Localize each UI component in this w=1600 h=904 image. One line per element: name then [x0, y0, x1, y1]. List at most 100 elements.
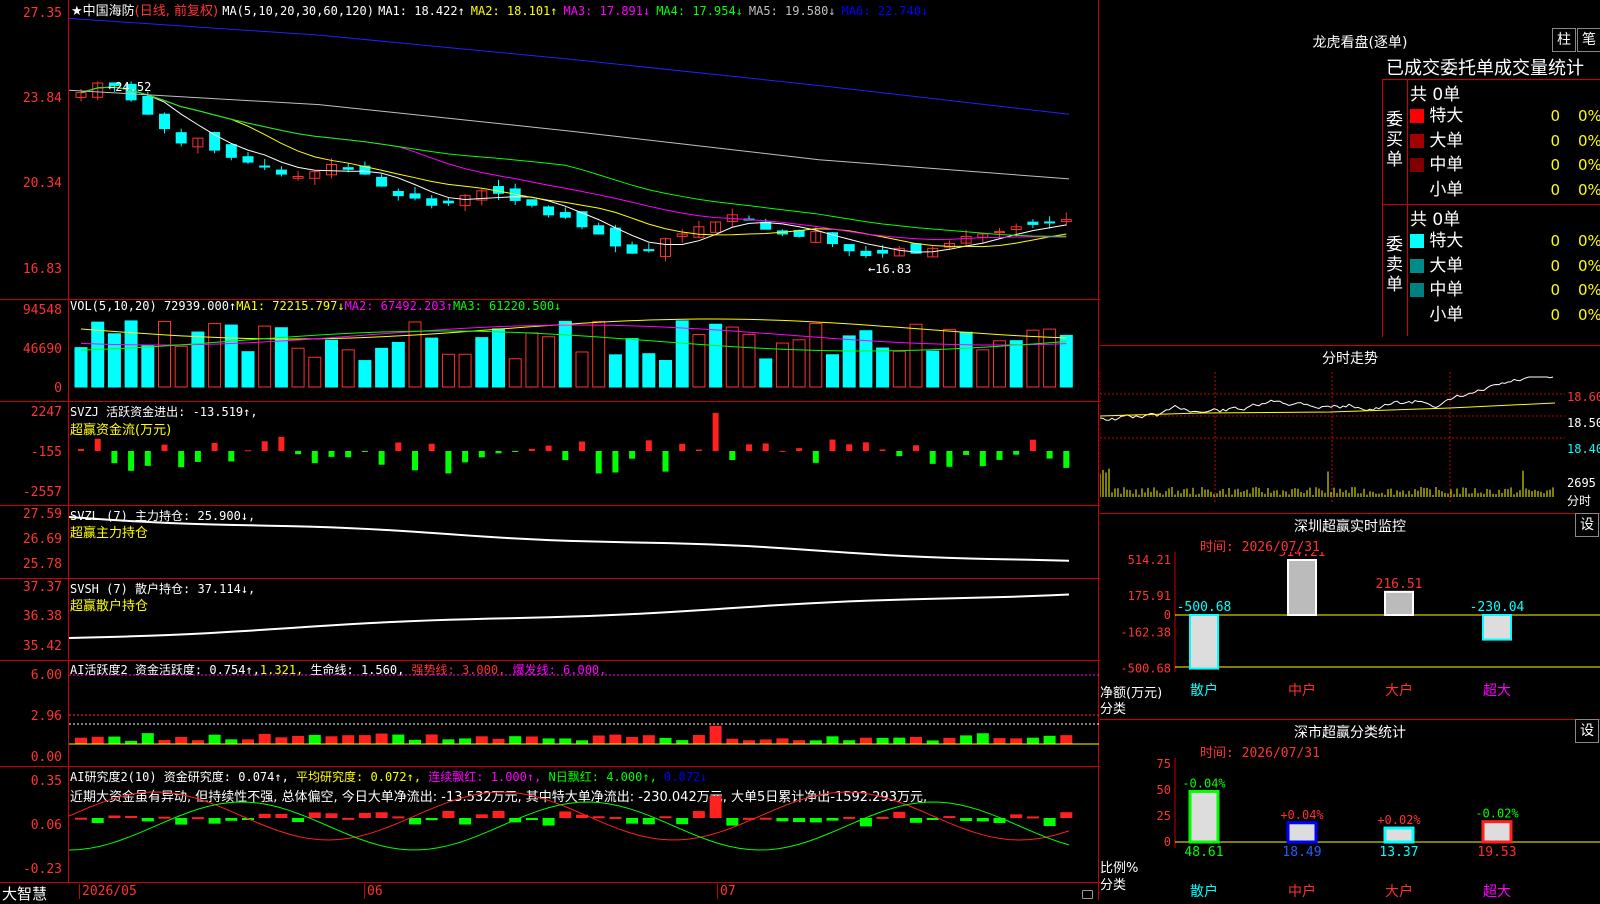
- candle-body: [259, 165, 271, 168]
- sz2-value-label: 19.53: [1477, 845, 1516, 860]
- activity-bars[interactable]: [69, 660, 1099, 766]
- volume-bar: [475, 337, 489, 388]
- main-position-line[interactable]: [69, 505, 1099, 578]
- high-price-mark: ←24.52: [108, 80, 152, 94]
- retail-position-line[interactable]: [69, 578, 1099, 660]
- flow-bar: [495, 451, 502, 454]
- svzl-panel[interactable]: SVZL (7) 主力持仓: 25.900↓, 超赢主力持仓 27.59 26.…: [0, 505, 1100, 579]
- research-bar: [492, 810, 505, 818]
- research-bar: [1043, 818, 1056, 827]
- research-bar: [525, 818, 538, 821]
- ma-line: [69, 17, 1070, 115]
- sz2-category-label: 超大: [1483, 884, 1511, 900]
- research-bar: [676, 818, 689, 825]
- volume-bar: [1059, 334, 1073, 388]
- research-bar: [208, 818, 221, 824]
- activity-bar: [843, 740, 856, 744]
- sz1-axis-tick: 0: [1164, 608, 1171, 622]
- research-bar: [358, 812, 371, 818]
- research-bar: [1010, 814, 1023, 818]
- flow-bar: [779, 450, 786, 452]
- flow-bar: [345, 451, 352, 458]
- research-bar: [175, 818, 188, 825]
- volume-bar: [625, 338, 639, 388]
- research-bar: [960, 818, 973, 821]
- fund-flow-bars[interactable]: [69, 401, 1099, 505]
- order-color-swatch: [1410, 283, 1424, 297]
- research-bar: [943, 816, 956, 819]
- research-bar: [141, 818, 154, 822]
- net-amount-bar-chart[interactable]: 514.21 175.91 0 -162.38 -500.68 -500.68 散户 514.…: [1100, 552, 1600, 719]
- ai-research-axis-tick: -0.23: [22, 862, 62, 877]
- candle-body: [142, 95, 154, 115]
- flow-bar: [428, 443, 435, 451]
- volume-bar: [1009, 340, 1023, 388]
- research-bar: [191, 817, 204, 820]
- sz2-bar: [1286, 821, 1318, 844]
- flow-bar: [946, 451, 953, 467]
- order-percent: 0%: [1578, 232, 1600, 250]
- column-view-button[interactable]: 柱: [1552, 28, 1576, 52]
- volume-axis-tick: 94548: [22, 303, 62, 318]
- price-axis-tick: 27.35: [22, 6, 62, 21]
- flow-bar: [512, 451, 519, 452]
- activity-bar: [559, 738, 572, 744]
- flow-bar: [595, 451, 602, 474]
- candle-body: [242, 156, 254, 163]
- candle-body: [877, 249, 889, 254]
- order-count: 0: [1550, 256, 1560, 275]
- research-bar: [158, 816, 171, 819]
- activity-bar: [609, 734, 622, 744]
- research-bars[interactable]: [69, 766, 1099, 882]
- activity-bar: [375, 733, 388, 744]
- intraday-axis-tick: 18.40: [1567, 442, 1600, 456]
- flow-bar: [144, 451, 151, 466]
- lock-icon[interactable]: [1082, 890, 1093, 899]
- price-panel[interactable]: ★中国海防(日线, 前复权) MA(5,10,20,30,60,120) MA1…: [0, 0, 1100, 300]
- activity-bar: [191, 740, 204, 744]
- volume-bar: [542, 336, 556, 388]
- ratio-bar-chart[interactable]: 75 50 25 0 -0.04% 48.61 散户 +0.04% 18.49 中户 +0.02% 1…: [1100, 758, 1600, 900]
- order-count: 0: [1550, 305, 1560, 324]
- volume-bar: [158, 320, 171, 388]
- x-axis-label: 2026/05: [79, 884, 137, 899]
- flow-bar: [963, 451, 970, 455]
- ai-research-panel[interactable]: AI研究度2(10) 资金研究度: 0.074↑, 平均研究度: 0.072↑,…: [0, 766, 1100, 883]
- research-bar: [626, 818, 639, 824]
- research-bar: [475, 814, 488, 818]
- sz-monitor-settings-button[interactable]: 设: [1575, 513, 1599, 537]
- activity-bar: [576, 740, 588, 744]
- candle-body: [175, 132, 187, 144]
- intraday-chart[interactable]: [1100, 372, 1565, 510]
- candle-body: [1027, 221, 1039, 225]
- activity-bar: [242, 739, 254, 744]
- sz2-value-label: 18.49: [1282, 845, 1321, 860]
- retail-position-line-path: [69, 593, 1070, 639]
- volume-bar: [725, 326, 739, 388]
- sz-class-settings-button[interactable]: 设: [1575, 719, 1599, 743]
- sz1-axis-tick: -500.68: [1120, 662, 1171, 676]
- order-color-swatch: [1410, 258, 1424, 273]
- order-count: 0: [1550, 180, 1560, 199]
- candle-body: [275, 169, 287, 175]
- volume-bar: [859, 330, 873, 388]
- volume-bar: [993, 340, 1006, 388]
- tick-view-button[interactable]: 笔: [1577, 28, 1600, 52]
- ai-activity-panel[interactable]: AI活跃度2 资金活跃度: 0.754↑,1.321, 生命线: 1.560, …: [0, 660, 1100, 767]
- candlestick-chart[interactable]: [69, 0, 1099, 299]
- activity-bar: [325, 736, 338, 744]
- activity-bar: [459, 738, 472, 744]
- intraday-axis-tick: 18.50: [1567, 416, 1600, 430]
- volume-panel[interactable]: VOL(5,10,20) 72939.000↑MA1: 72215.797↓MA…: [0, 299, 1100, 402]
- candle-body: [643, 249, 655, 252]
- volume-bars-chart[interactable]: [69, 299, 1099, 401]
- activity-bar: [158, 740, 171, 744]
- volume-bar: [458, 353, 472, 388]
- volume-bar: [1026, 329, 1040, 388]
- research-bar: [459, 818, 472, 825]
- activity-bar: [275, 737, 288, 744]
- svsh-panel[interactable]: SVSH (7) 散户持仓: 37.114↓, 超赢散户持仓 37.37 36.…: [0, 578, 1100, 661]
- order-percent: 0%: [1578, 305, 1600, 324]
- svzj-panel[interactable]: SVZJ 活跃资金进出: -13.519↑, 超赢资金流(万元) 2247 -1…: [0, 401, 1100, 506]
- volume-bar: [91, 321, 105, 388]
